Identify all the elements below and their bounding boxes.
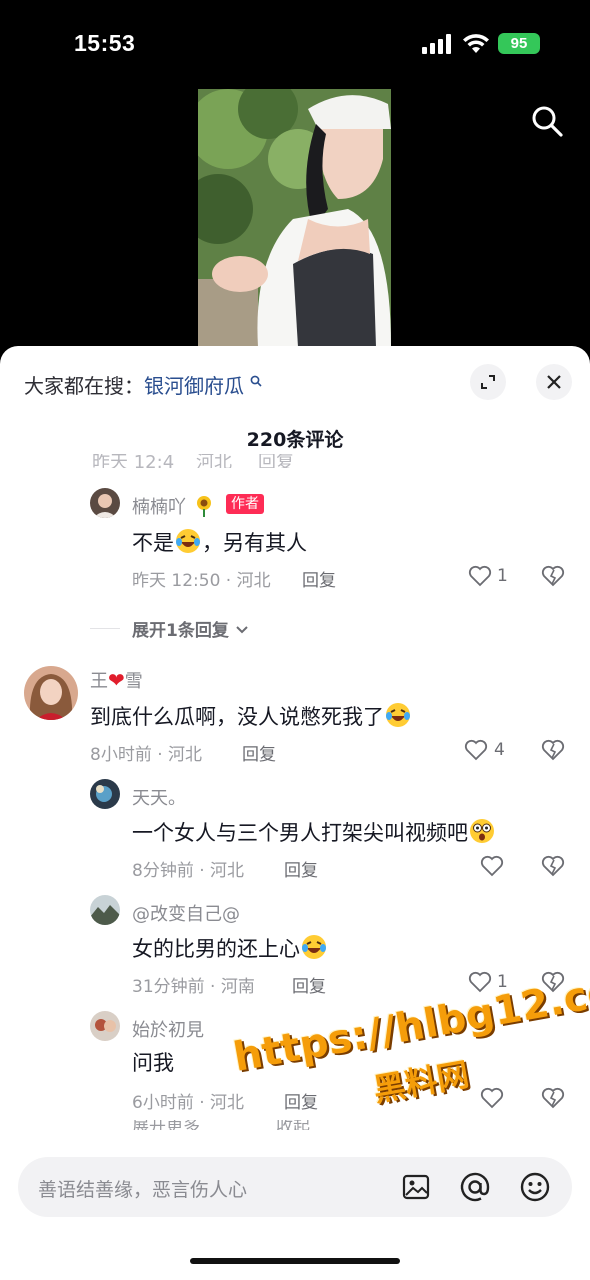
like-count: 1	[497, 566, 508, 586]
dislike-icon[interactable]	[541, 1087, 565, 1109]
video-player[interactable]	[198, 89, 391, 347]
comment-text: 不是 ，另有其人	[132, 527, 307, 557]
comment-time-location: 6小时前 · 河北	[132, 1093, 245, 1113]
comment-time-location: 8分钟前 · 河北	[132, 861, 245, 881]
image-icon[interactable]	[400, 1171, 432, 1203]
hot-search-keyword[interactable]: 银河御府瓜	[144, 374, 244, 398]
comments-count-title: 220条评论	[246, 429, 344, 451]
more-replies-label: 展开更多	[132, 1120, 200, 1130]
like-icon[interactable]	[480, 855, 504, 877]
hot-search-prefix: 大家都在搜：	[24, 374, 144, 398]
dislike-icon[interactable]	[541, 565, 565, 587]
comment-time-location: 8小时前 · 河北	[90, 745, 203, 765]
comment-text-body: 一个女人与三个男人打架尖叫视频吧	[132, 821, 468, 845]
reply-button[interactable]: 回复	[284, 856, 318, 881]
comment-username[interactable]: 王❤雪	[90, 667, 143, 693]
emoji-icon[interactable]	[519, 1171, 551, 1203]
like-icon[interactable]	[464, 739, 488, 761]
shocked-emoji-icon	[470, 819, 494, 843]
comment-input-placeholder: 善语结善缘，恶言伤人心	[38, 1179, 248, 1201]
expand-replies-label: 展开1条回复	[132, 621, 229, 641]
comment-username-text: 楠楠吖	[132, 497, 186, 518]
dislike-icon[interactable]	[541, 855, 565, 877]
expand-divider	[90, 628, 120, 629]
close-icon	[547, 375, 561, 389]
comment-text-after: ，另有其人	[202, 531, 307, 555]
comment-username-part1: 王	[90, 671, 108, 692]
dislike-icon[interactable]	[541, 739, 565, 761]
cut-time: 昨天 12:4	[92, 454, 175, 468]
hot-search-bar[interactable]: 大家都在搜：银河御府瓜	[24, 370, 262, 399]
comment-text-before: 不是	[132, 531, 174, 555]
chevron-down-icon	[236, 626, 248, 634]
comment-text-body: 女的比男的还上心	[132, 937, 300, 961]
laughing-crying-emoji-icon	[302, 935, 326, 959]
expand-icon	[481, 375, 495, 389]
expand-replies-button[interactable]: 展开1条回复	[132, 616, 249, 641]
like-icon[interactable]	[468, 565, 492, 587]
avatar[interactable]	[90, 779, 120, 809]
cut-loc: 河北	[196, 454, 232, 468]
comment-sheet: 大家都在搜：银河御府瓜 220条评论 昨天 12:4 河北 回复 楠楠吖 作者 …	[0, 346, 590, 1280]
small-search-icon	[250, 375, 262, 387]
comment-text: 一个女人与三个男人打架尖叫视频吧	[132, 817, 496, 847]
comment-text: 到底什么瓜啊，没人说憋死我了	[90, 701, 412, 731]
avatar[interactable]	[90, 1011, 120, 1041]
reply-button[interactable]: 回复	[292, 972, 326, 997]
signal-icon	[422, 34, 451, 54]
reply-button[interactable]: 回复	[302, 566, 336, 591]
comment-username[interactable]: 天天。	[132, 784, 186, 810]
comment-username[interactable]: 始於初見	[132, 1016, 204, 1042]
avatar[interactable]	[90, 895, 120, 925]
video-frame	[198, 89, 391, 347]
red-heart-icon: ❤	[108, 668, 125, 692]
wifi-icon	[463, 34, 489, 53]
comment-username-part2: 雪	[124, 671, 143, 692]
comment-time-location: 昨天 12:50 · 河北	[132, 571, 271, 591]
reply-button[interactable]: 回复	[242, 740, 276, 765]
laughing-crying-emoji-icon	[176, 529, 200, 553]
cut-off-comment-row: 昨天 12:4 河北 回复	[88, 454, 568, 468]
sunflower-icon	[196, 496, 211, 517]
comment-username[interactable]: 楠楠吖	[132, 493, 216, 519]
expand-button[interactable]	[470, 364, 506, 400]
close-button[interactable]	[536, 364, 572, 400]
comment-time-location: 31分钟前 · 河南	[132, 977, 255, 997]
comment-text-body: 到底什么瓜啊，没人说憋死我了	[90, 705, 384, 729]
comment-text: 问我	[132, 1051, 174, 1075]
comment-input[interactable]: 善语结善缘，恶言伤人心	[18, 1157, 572, 1217]
avatar[interactable]	[90, 488, 120, 518]
comment-text: 女的比男的还上心	[132, 933, 328, 963]
cut-reply: 回复	[258, 454, 294, 468]
avatar[interactable]	[24, 666, 78, 720]
status-bar: 15:53 95	[0, 0, 590, 88]
laughing-crying-emoji-icon	[386, 703, 410, 727]
like-icon[interactable]	[480, 1087, 504, 1109]
like-count: 4	[494, 740, 505, 760]
comment-username[interactable]: @改变自己@	[132, 900, 240, 926]
home-indicator[interactable]	[190, 1258, 400, 1264]
search-icon[interactable]	[530, 104, 564, 138]
at-icon[interactable]	[459, 1171, 491, 1203]
author-badge: 作者	[226, 494, 264, 514]
battery-level: 95	[510, 35, 528, 52]
status-time: 15:53	[74, 30, 136, 56]
battery-indicator: 95	[498, 33, 540, 54]
